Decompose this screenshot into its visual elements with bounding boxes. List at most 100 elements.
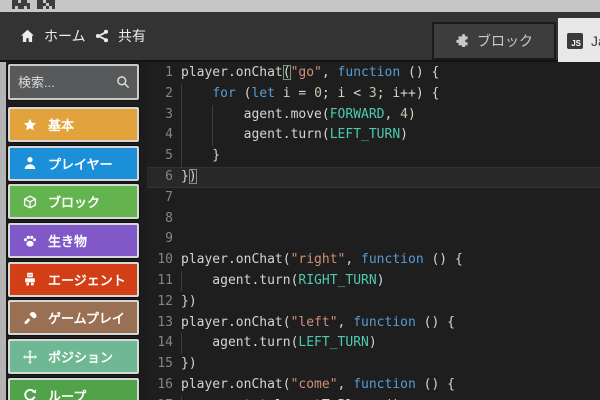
category-8[interactable]: ループ: [8, 377, 139, 400]
category-label: エージェント: [48, 272, 126, 288]
move-icon: [23, 349, 37, 364]
code-text: agent.turn(LEFT_TURN): [181, 127, 408, 143]
line-number: 17: [147, 396, 173, 400]
star-icon: [23, 118, 37, 132]
code-text: agent.move(FORWARD, 4): [181, 106, 416, 122]
sidebar-edge-strip: [0, 62, 6, 400]
code-line-5[interactable]: 5 }: [147, 146, 600, 167]
code-line-6[interactable]: 6}): [147, 167, 600, 188]
category-2[interactable]: プレイヤー: [8, 145, 139, 181]
code-text: }: [181, 148, 221, 164]
tab-javascript-label: Ja: [591, 33, 600, 49]
code-text: player.onChat("right", function () {: [181, 252, 463, 268]
code-text: player.onChat("come", function () {: [181, 376, 455, 392]
js-icon: JS: [567, 33, 583, 49]
line-number: 10: [157, 252, 173, 268]
category-label: ブロック: [48, 195, 101, 211]
line-number: 6: [165, 168, 173, 184]
line-number: 11: [157, 272, 173, 288]
category-label: ゲームプレイ: [48, 311, 125, 327]
home-icon: [20, 29, 35, 43]
code-line-17[interactable]: 17 agent.teleportToPlayer(): [147, 396, 600, 400]
search-box[interactable]: [8, 64, 139, 100]
code-text: for (let i = 0; i < 3; i++) {: [212, 85, 440, 101]
loop-icon: [23, 388, 37, 400]
line-number: 16: [157, 376, 173, 392]
toolbox-sidebar: 基本プレイヤーブロック生き物エージェントゲームプレイポジションループ: [0, 62, 147, 400]
line-number: 4: [165, 127, 173, 143]
code-line-11[interactable]: 11 agent.turn(RIGHT_TURN): [147, 271, 600, 292]
code-line-7[interactable]: 7: [147, 188, 600, 209]
code-line-1[interactable]: 1 player.onChat("go", function () {: [147, 63, 600, 84]
code-text: player.onChat("left", function () {: [181, 314, 455, 330]
code-line-16[interactable]: 16 player.onChat("come", function () {: [147, 375, 600, 396]
code-line-12[interactable]: 12}): [147, 292, 600, 313]
line-number: 9: [165, 231, 173, 247]
code-line-4[interactable]: 4 agent.turn(LEFT_TURN): [147, 125, 600, 146]
code-text: }): [181, 356, 197, 372]
category-4[interactable]: 生き物: [8, 223, 139, 259]
code-text: player.onChat("go", function () {: [181, 65, 440, 80]
code-line-15[interactable]: 15}): [147, 354, 600, 375]
tab-javascript[interactable]: JS Ja: [558, 18, 600, 64]
code-line-13[interactable]: 13 player.onChat("left", function () {: [147, 313, 600, 334]
line-number: 1: [165, 65, 173, 80]
line-number: 12: [157, 293, 173, 309]
search-input[interactable]: [18, 66, 113, 98]
code-builder-window: ホーム 共有 ブロック JS Ja: [0, 0, 600, 400]
line-number: 5: [165, 148, 173, 164]
category-label: ポジション: [48, 350, 114, 366]
paw-icon: [23, 234, 37, 248]
share-button[interactable]: 共有: [95, 12, 146, 60]
category-7[interactable]: ポジション: [8, 339, 139, 375]
code-text: agent.teleportToPlayer(): [173, 396, 600, 400]
category-label: ループ: [48, 388, 87, 400]
code-text: agent.turn(RIGHT_TURN): [181, 272, 385, 288]
wrench-icon: [23, 311, 37, 325]
code-lines: 1 player.onChat("go", function () { 2 for …: [147, 62, 600, 400]
line-number: 14: [157, 335, 173, 351]
agent-icon: [23, 272, 37, 286]
line-number: 15: [157, 356, 173, 372]
line-number: 2: [165, 85, 173, 101]
toolbar: ホーム 共有 ブロック JS Ja: [0, 12, 600, 64]
tab-blocks-label: ブロック: [477, 33, 533, 49]
line-number: 3: [165, 106, 173, 122]
game-top-strip: [0, 0, 600, 12]
category-list: 基本プレイヤーブロック生き物エージェントゲームプレイポジションループ: [8, 64, 139, 400]
code-text: }): [181, 168, 197, 184]
category-1[interactable]: 基本: [8, 107, 139, 142]
pixel-art-icon: [37, 0, 59, 11]
code-line-14[interactable]: 14 agent.turn(LEFT_TURN): [147, 333, 600, 354]
category-label: プレイヤー: [48, 156, 113, 172]
code-line-2[interactable]: 2 for (let i = 0; i < 3; i++) {: [147, 84, 600, 105]
code-editor[interactable]: 1 player.onChat("go", function () { 2 for …: [147, 62, 600, 400]
pixel-art-icon: [12, 0, 34, 11]
player-icon: [23, 156, 37, 170]
home-button[interactable]: ホーム: [20, 12, 86, 60]
code-line-8[interactable]: 8: [147, 209, 600, 230]
code-line-10[interactable]: 10 player.onChat("right", function () {: [147, 250, 600, 271]
block-icon: [23, 195, 37, 209]
code-line-3[interactable]: 3 agent.move(FORWARD, 4): [147, 105, 600, 126]
main-area: 基本プレイヤーブロック生き物エージェントゲームプレイポジションループ 1 play…: [0, 62, 600, 400]
tab-blocks[interactable]: ブロック: [432, 22, 556, 60]
category-5[interactable]: エージェント: [8, 261, 139, 297]
code-text: agent.turn(LEFT_TURN): [181, 335, 377, 351]
home-label: ホーム: [44, 28, 86, 44]
line-number: 8: [165, 210, 173, 226]
category-label: 生き物: [48, 234, 88, 250]
category-6[interactable]: ゲームプレイ: [8, 300, 139, 336]
share-icon: [95, 29, 109, 43]
line-number: 13: [157, 314, 173, 330]
category-3[interactable]: ブロック: [8, 184, 139, 220]
line-number: 7: [165, 189, 173, 205]
search-icon: [116, 75, 130, 94]
share-label: 共有: [118, 28, 146, 44]
code-line-9[interactable]: 9: [147, 229, 600, 250]
puzzle-icon: [455, 33, 469, 50]
category-label: 基本: [48, 118, 75, 133]
code-text: }): [181, 293, 197, 309]
